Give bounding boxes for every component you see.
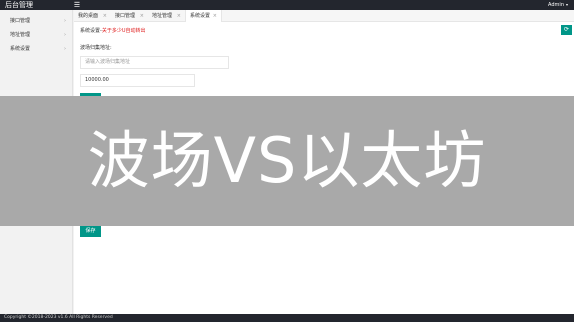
- sidebar-item-label: 系统设置: [10, 46, 31, 52]
- tab-label: 接口管理: [115, 13, 136, 19]
- amount-input[interactable]: 10000.00: [80, 74, 195, 87]
- footer: Copyright ©2018-2023 v1.6 All Rights Res…: [0, 314, 574, 322]
- tab-bar: 我的桌面 × 接口管理 × 地址管理 × 系统设置 ×: [74, 10, 574, 22]
- sidebar-item-address[interactable]: 地址管理 ›: [0, 28, 72, 42]
- close-icon[interactable]: ×: [213, 10, 217, 22]
- refresh-icon: ⟳: [563, 26, 570, 33]
- tab-api[interactable]: 接口管理 ×: [111, 10, 148, 22]
- chevron-right-icon: ›: [64, 46, 66, 52]
- sidebar-item-label: 接口管理: [10, 18, 31, 24]
- user-name[interactable]: Admin: [548, 2, 564, 8]
- sidebar-item-api[interactable]: 接口管理 ›: [0, 14, 72, 28]
- tab-label: 系统设置: [190, 13, 211, 19]
- menu-toggle-icon[interactable]: ☰: [72, 0, 82, 10]
- address-input[interactable]: 请输入波场归集地址: [80, 56, 229, 69]
- address-label: 波场归集地址:: [80, 45, 112, 51]
- refresh-button[interactable]: ⟳: [561, 25, 572, 35]
- brand-title: 后台管理: [5, 1, 33, 9]
- chevron-right-icon: ›: [64, 32, 66, 38]
- tab-label: 地址管理: [152, 13, 173, 19]
- chevron-right-icon: ›: [64, 18, 66, 24]
- sidebar-item-settings[interactable]: 系统设置 ›: [0, 42, 72, 56]
- breadcrumb-warning: 关于多少U自动转出: [101, 28, 146, 34]
- close-icon[interactable]: ×: [140, 10, 144, 22]
- user-menu[interactable]: Admin ▾: [548, 0, 568, 10]
- top-navbar: 后台管理 ☰ Admin ▾: [0, 0, 574, 10]
- close-icon[interactable]: ×: [103, 10, 107, 22]
- watermark-banner: 波场VS以太坊: [0, 96, 574, 226]
- breadcrumb-prefix: 系统设置-: [80, 28, 102, 34]
- tab-address[interactable]: 地址管理 ×: [148, 10, 185, 22]
- tab-desktop[interactable]: 我的桌面 ×: [74, 10, 111, 22]
- tab-settings[interactable]: 系统设置 ×: [185, 10, 222, 22]
- close-icon[interactable]: ×: [177, 10, 181, 22]
- sidebar-item-label: 地址管理: [10, 32, 31, 38]
- save-button[interactable]: 保存: [80, 226, 101, 237]
- chevron-down-icon: ▾: [565, 2, 568, 7]
- tab-label: 我的桌面: [78, 13, 99, 19]
- breadcrumb: 系统设置-关于多少U自动转出: [80, 27, 145, 34]
